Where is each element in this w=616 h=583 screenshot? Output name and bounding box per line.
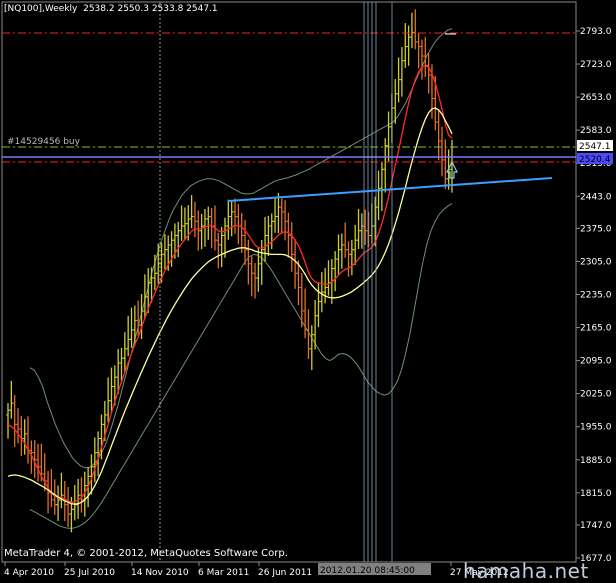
symbol-label: [NQ100],Weekly xyxy=(4,4,78,14)
y-tick-label: 2583.0 xyxy=(580,126,612,136)
x-tick-label: 4 Apr 2010 xyxy=(4,568,54,578)
current-price-tag: 2547.1 xyxy=(579,142,611,152)
x-tick-label: 26 Jun 2011 xyxy=(258,568,312,578)
y-tick-label: 2443.0 xyxy=(580,192,612,202)
y-tick-label: 1885.0 xyxy=(580,456,612,466)
y-tick-label: 2235.0 xyxy=(580,291,612,301)
y-tick-label: 2095.0 xyxy=(580,357,612,367)
y-tick-label: 2653.0 xyxy=(580,93,612,103)
watermark-logo: hamaha.net xyxy=(463,559,589,583)
copyright-text: MetaTrader 4, © 2001-2012, MetaQuotes So… xyxy=(4,548,288,559)
y-tick-label: 2793.0 xyxy=(580,27,612,37)
order-price-tag: 2520.4 xyxy=(579,155,611,165)
x-tick-label: 14 Nov 2010 xyxy=(131,568,189,578)
y-tick-label: 2723.0 xyxy=(580,60,612,70)
y-tick-label: 2025.0 xyxy=(580,390,612,400)
y-tick-label: 1955.0 xyxy=(580,423,612,433)
price-chart[interactable]: 2793.02723.02653.02583.02513.02443.02375… xyxy=(0,0,616,582)
y-tick-label: 2375.0 xyxy=(580,224,612,234)
y-tick-label: 1747.0 xyxy=(580,521,612,531)
ohlc-label: 2538.2 2550.3 2533.8 2547.1 xyxy=(83,4,218,14)
x-tick-label: 6 Mar 2011 xyxy=(198,568,249,578)
crosshair-time-label: 2012.01.20 08:45:00 xyxy=(320,566,415,576)
order-label: #14529456 buy xyxy=(7,137,81,147)
chart-header: [NQ100],Weekly 2538.2 2550.3 2533.8 2547… xyxy=(4,4,218,14)
chart-background xyxy=(0,0,616,582)
x-tick-label: 25 Jul 2010 xyxy=(64,568,115,578)
y-tick-label: 2165.0 xyxy=(580,324,612,334)
y-tick-label: 2305.0 xyxy=(580,257,612,267)
y-tick-label: 1815.0 xyxy=(580,489,612,499)
